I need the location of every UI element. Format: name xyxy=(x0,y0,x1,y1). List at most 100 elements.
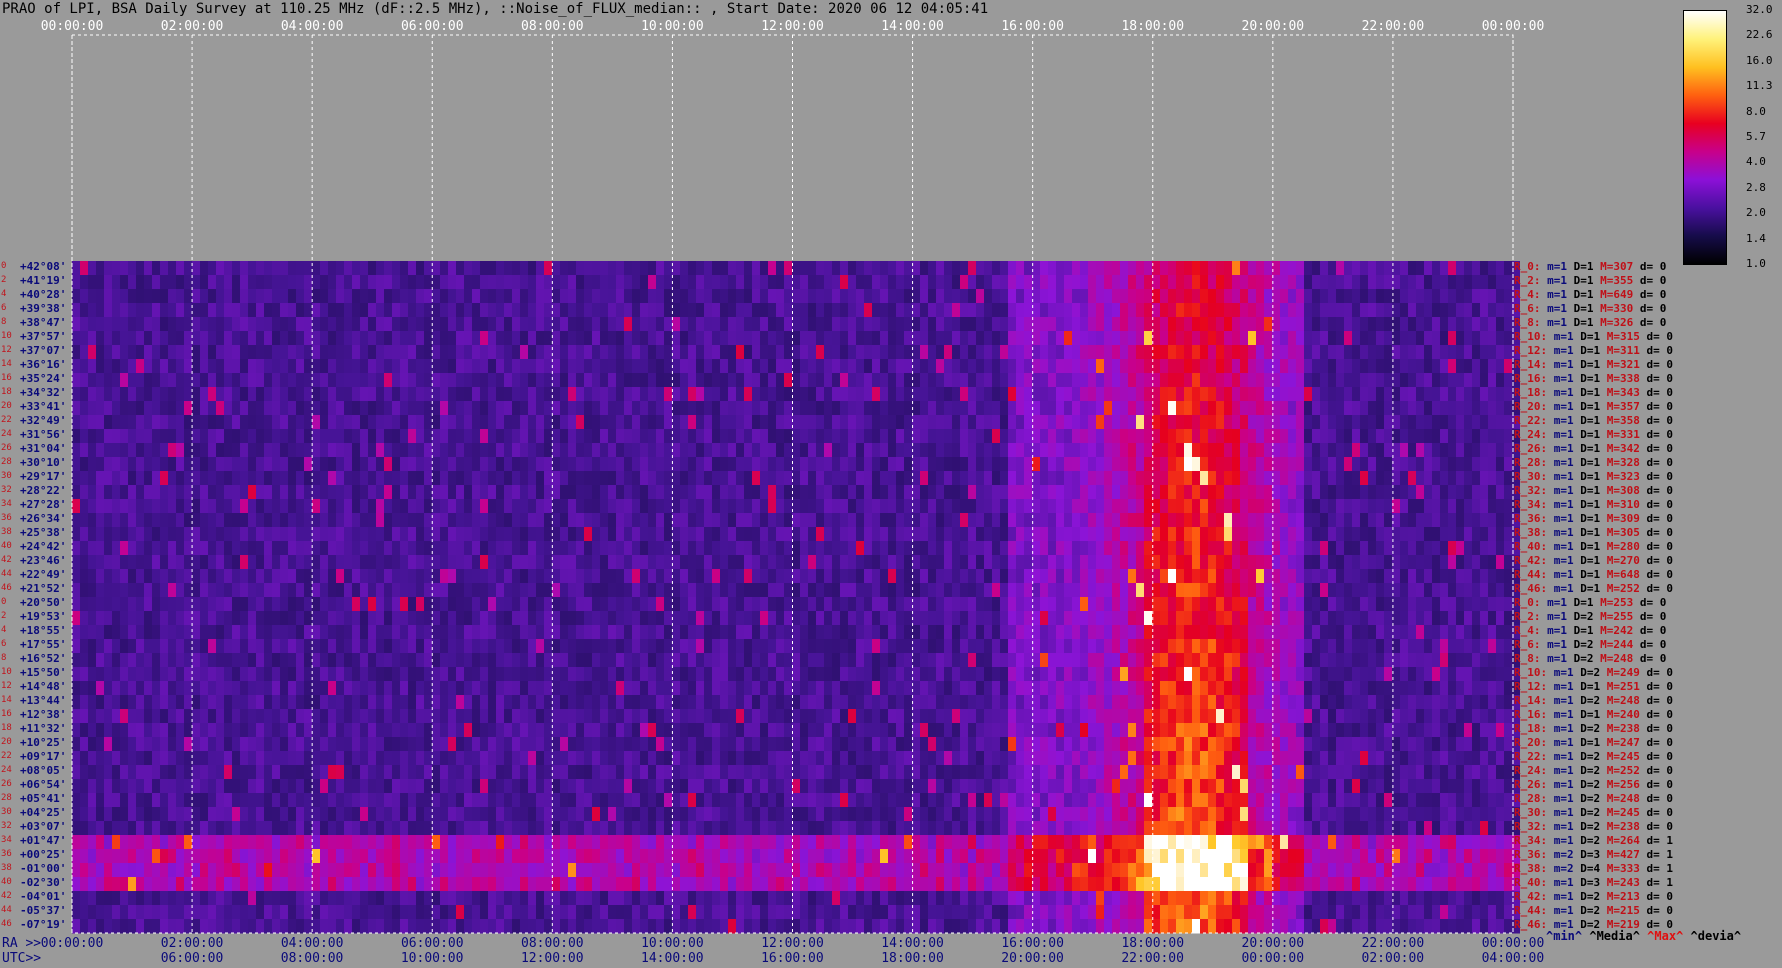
heatmap-cell xyxy=(176,457,184,472)
heatmap-cell xyxy=(928,387,936,402)
heatmap-cell xyxy=(520,345,528,360)
heatmap-cell xyxy=(80,345,88,360)
heatmap-cell xyxy=(480,639,488,654)
heatmap-cell xyxy=(1168,471,1176,486)
heatmap-cell xyxy=(608,443,616,458)
heatmap-cell xyxy=(232,331,240,346)
heatmap-cell xyxy=(224,541,232,556)
heatmap-cell xyxy=(1064,513,1072,528)
heatmap-cell xyxy=(1104,345,1112,360)
heatmap-cell xyxy=(584,331,592,346)
heatmap-cell xyxy=(1264,611,1272,626)
heatmap-cell xyxy=(944,429,952,444)
heatmap-cell xyxy=(712,457,720,472)
heatmap-cell xyxy=(360,485,368,500)
heatmap-cell xyxy=(1064,275,1072,290)
heatmap-cell xyxy=(120,331,128,346)
heatmap-cell xyxy=(496,331,504,346)
heatmap-cell xyxy=(352,611,360,626)
heatmap-cell xyxy=(264,527,272,542)
heatmap-cell xyxy=(696,597,704,612)
heatmap-cell xyxy=(1400,485,1408,500)
heatmap-cell xyxy=(320,401,328,416)
heatmap-cell xyxy=(688,345,696,360)
heatmap-cell xyxy=(920,457,928,472)
heatmap-cell xyxy=(752,513,760,528)
heatmap-cell xyxy=(136,303,144,318)
heatmap-cell xyxy=(880,331,888,346)
heatmap-cell xyxy=(176,373,184,388)
heatmap-cell xyxy=(592,345,600,360)
heatmap-cell xyxy=(752,639,760,654)
heatmap-cell xyxy=(328,583,336,598)
heatmap-cell xyxy=(144,625,152,640)
heatmap-cell xyxy=(400,527,408,542)
heatmap-cell xyxy=(72,415,80,430)
heatmap-cell xyxy=(1352,583,1360,598)
heatmap-cell xyxy=(680,583,688,598)
heatmap-cell xyxy=(1480,317,1488,332)
heatmap-cell xyxy=(536,429,544,444)
heatmap-cell xyxy=(1472,401,1480,416)
heatmap-cell xyxy=(864,289,872,304)
heatmap-cell xyxy=(1120,373,1128,388)
heatmap-cell xyxy=(136,485,144,500)
heatmap-cell xyxy=(1472,373,1480,388)
heatmap-cell xyxy=(168,401,176,416)
heatmap-cell xyxy=(1496,583,1504,598)
heatmap-cell xyxy=(984,527,992,542)
heatmap-cell xyxy=(568,597,576,612)
heatmap-cell xyxy=(384,639,392,654)
heatmap-cell xyxy=(256,611,264,626)
heatmap-cell xyxy=(576,611,584,626)
heatmap-cell xyxy=(1432,611,1440,626)
heatmap-cell xyxy=(1176,583,1184,598)
heatmap-cell xyxy=(1120,541,1128,556)
heatmap-cell xyxy=(208,289,216,304)
heatmap-cell xyxy=(704,527,712,542)
heatmap-cell xyxy=(480,541,488,556)
heatmap-cell xyxy=(88,513,96,528)
heatmap-cell xyxy=(840,555,848,570)
heatmap-cell xyxy=(1080,457,1088,472)
heatmap-cell xyxy=(1184,275,1192,290)
heatmap-cell xyxy=(384,303,392,318)
heatmap-cell xyxy=(128,597,136,612)
heatmap-cell xyxy=(584,429,592,444)
heatmap-cell xyxy=(336,485,344,500)
heatmap-cell xyxy=(1120,429,1128,444)
heatmap-cell xyxy=(392,429,400,444)
heatmap-cell xyxy=(256,331,264,346)
heatmap-cell xyxy=(576,289,584,304)
heatmap-cell xyxy=(368,541,376,556)
heatmap-cell xyxy=(456,359,464,374)
heatmap-cell xyxy=(792,303,800,318)
heatmap-cell xyxy=(1464,583,1472,598)
heatmap-cell xyxy=(736,485,744,500)
heatmap-cell xyxy=(760,415,768,430)
heatmap-cell xyxy=(480,555,488,570)
heatmap-cell xyxy=(728,611,736,626)
heatmap-cell xyxy=(704,639,712,654)
heatmap-cell xyxy=(1432,597,1440,612)
heatmap-cell xyxy=(408,331,416,346)
heatmap-cell xyxy=(376,359,384,374)
heatmap-cell xyxy=(1472,331,1480,346)
heatmap-cell xyxy=(1088,359,1096,374)
heatmap-cell xyxy=(856,261,864,276)
heatmap-cell xyxy=(312,303,320,318)
heatmap-cell xyxy=(512,527,520,542)
heatmap-cell xyxy=(1424,387,1432,402)
heatmap-cell xyxy=(704,555,712,570)
heatmap-cell xyxy=(392,625,400,640)
heatmap-cell xyxy=(632,583,640,598)
heatmap-cell xyxy=(1008,597,1016,612)
heatmap-cell xyxy=(1232,443,1240,458)
heatmap-cell xyxy=(744,597,752,612)
heatmap-cell xyxy=(264,373,272,388)
heatmap-cell xyxy=(1304,345,1312,360)
heatmap-cell xyxy=(1312,569,1320,584)
heatmap-cell xyxy=(1472,527,1480,542)
heatmap-cell xyxy=(1448,611,1456,626)
heatmap-cell xyxy=(1024,541,1032,556)
